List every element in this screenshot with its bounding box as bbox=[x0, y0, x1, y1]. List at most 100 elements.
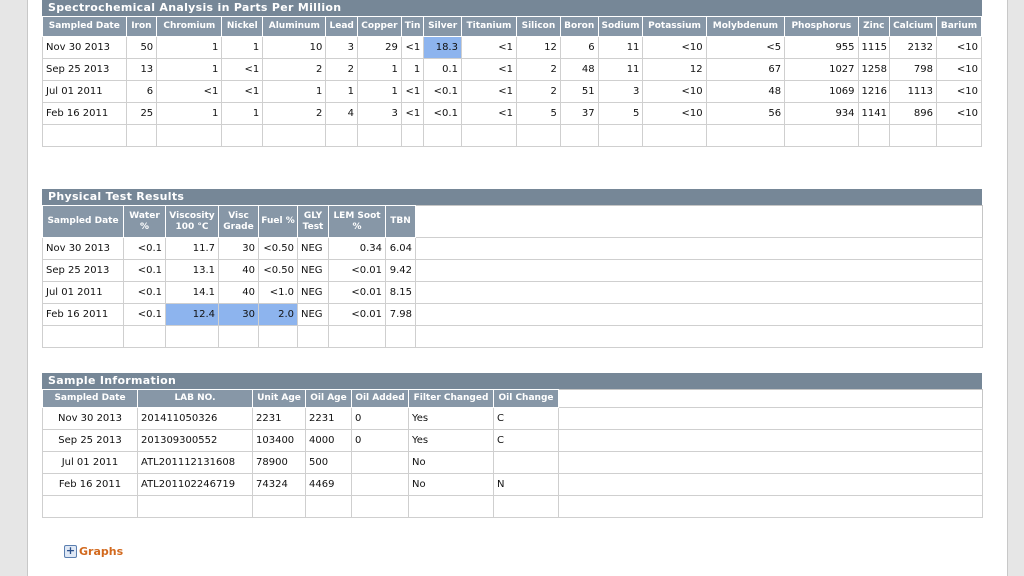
table-cell: 3 bbox=[325, 36, 358, 59]
spectro-table: Sampled Date Iron Chromium Nickel Alumin… bbox=[42, 16, 982, 147]
table-cell: 29 bbox=[357, 36, 402, 59]
plus-icon[interactable]: + bbox=[64, 545, 77, 558]
table-cell: 2231 bbox=[252, 407, 306, 430]
table-cell: 5 bbox=[597, 102, 644, 125]
empty-cell bbox=[258, 325, 298, 348]
col-oil-age: Oil Age bbox=[305, 389, 352, 408]
table-cell: 103400 bbox=[252, 429, 306, 452]
col-nickel: Nickel bbox=[221, 16, 264, 37]
table-cell: 798 bbox=[889, 58, 938, 81]
table-cell: 1258 bbox=[857, 58, 891, 81]
table-row: Feb 16 2011 ATL201102246719 74324 4469 No N bbox=[42, 473, 983, 496]
col-visc-grade: Visc Grade bbox=[218, 205, 259, 238]
table-cell: 13.1 bbox=[165, 259, 219, 282]
table-cell: 1 bbox=[357, 80, 402, 103]
col-barium: Barium bbox=[936, 16, 982, 37]
col-water: Water % bbox=[123, 205, 166, 238]
table-cell: <1 bbox=[400, 36, 425, 59]
table-cell: <10 bbox=[642, 80, 707, 103]
table-cell: 6 bbox=[125, 80, 158, 103]
physical-table: Sampled Date Water % Viscosity 100 °C Vi… bbox=[42, 205, 983, 348]
empty-cell bbox=[415, 325, 983, 348]
empty-cell bbox=[252, 495, 306, 518]
empty-cell bbox=[221, 124, 264, 147]
table-cell: 896 bbox=[889, 102, 938, 125]
table-cell: 37 bbox=[559, 102, 599, 125]
col-silver: Silver bbox=[423, 16, 462, 37]
table-cell: 74324 bbox=[252, 473, 306, 496]
table-cell: 40 bbox=[218, 281, 259, 304]
table-cell: 1 bbox=[357, 58, 402, 81]
table-cell: ATL201112131608 bbox=[137, 451, 253, 474]
col-sampled-date: Sampled Date bbox=[42, 16, 127, 37]
table-cell: <0.1 bbox=[123, 303, 166, 326]
col-tin: Tin bbox=[400, 16, 425, 37]
row-filler bbox=[415, 281, 983, 304]
graphs-label[interactable]: Graphs bbox=[79, 545, 123, 558]
empty-cell bbox=[328, 325, 386, 348]
col-unit-age: Unit Age bbox=[252, 389, 306, 408]
table-cell: 1141 bbox=[857, 102, 891, 125]
col-potassium: Potassium bbox=[642, 16, 707, 37]
table-row: Sep 25 2013 <0.1 13.1 40 <0.50 NEG <0.01 9.42 bbox=[42, 259, 983, 282]
table-cell: N bbox=[493, 473, 559, 496]
table-cell: 1 bbox=[400, 58, 425, 81]
table-cell: 11.7 bbox=[165, 237, 219, 260]
table-cell: <0.1 bbox=[423, 102, 462, 125]
table-cell bbox=[493, 451, 559, 474]
empty-cell bbox=[857, 124, 891, 147]
table-cell: 30 bbox=[218, 237, 259, 260]
table-cell: 40 bbox=[218, 259, 259, 282]
table-cell: 1 bbox=[156, 102, 223, 125]
table-cell: <1 bbox=[221, 58, 264, 81]
table-cell: 2 bbox=[262, 102, 327, 125]
empty-cell bbox=[42, 325, 124, 348]
table-cell: C bbox=[493, 407, 559, 430]
table-row: Nov 30 2013 50 1 1 10 3 29 <1 18.3 <1 12 6 11 <10 <5 95… bbox=[42, 36, 982, 59]
col-iron: Iron bbox=[125, 16, 158, 37]
table-cell: <0.01 bbox=[328, 259, 386, 282]
empty-cell bbox=[460, 124, 518, 147]
col-tbn: TBN bbox=[385, 205, 416, 238]
table-cell: 1113 bbox=[889, 80, 938, 103]
table-cell: 48 bbox=[559, 58, 599, 81]
table-cell: <0.1 bbox=[123, 281, 166, 304]
empty-cell bbox=[137, 495, 253, 518]
table-cell: <1 bbox=[460, 36, 518, 59]
table-cell: <10 bbox=[642, 102, 707, 125]
col-fuel: Fuel % bbox=[258, 205, 298, 238]
table-cell: Yes bbox=[408, 429, 494, 452]
table-cell: Nov 30 2013 bbox=[42, 36, 127, 59]
table-cell: Nov 30 2013 bbox=[42, 407, 138, 430]
table-cell: 8.15 bbox=[385, 281, 416, 304]
empty-cell bbox=[357, 124, 402, 147]
empty-cell bbox=[385, 325, 416, 348]
col-boron: Boron bbox=[559, 16, 599, 37]
table-cell: 3 bbox=[357, 102, 402, 125]
table-cell: Feb 16 2011 bbox=[42, 303, 124, 326]
table-cell: C bbox=[493, 429, 559, 452]
col-filter-changed: Filter Changed bbox=[408, 389, 494, 408]
table-cell: 11 bbox=[597, 36, 644, 59]
table-cell bbox=[351, 473, 409, 496]
empty-cell bbox=[784, 124, 859, 147]
table-cell: NEG bbox=[297, 303, 329, 326]
col-sampled-date: Sampled Date bbox=[42, 389, 138, 408]
table-cell: 9.42 bbox=[385, 259, 416, 282]
row-filler bbox=[558, 407, 983, 430]
table-cell: No bbox=[408, 473, 494, 496]
table-cell: 48 bbox=[705, 80, 786, 103]
col-viscosity: Viscosity 100 °C bbox=[165, 205, 219, 238]
col-lead: Lead bbox=[325, 16, 358, 37]
table-cell: NEG bbox=[297, 259, 329, 282]
table-cell bbox=[351, 451, 409, 474]
table-cell: 1115 bbox=[857, 36, 891, 59]
table-cell: 12 bbox=[516, 36, 561, 59]
table-cell: 0 bbox=[351, 407, 409, 430]
empty-cell bbox=[156, 124, 223, 147]
table-cell: 5 bbox=[516, 102, 561, 125]
empty-cell bbox=[423, 124, 462, 147]
graphs-link[interactable]: + Graphs bbox=[64, 545, 123, 558]
empty-cell bbox=[262, 124, 327, 147]
physical-title: Physical Test Results bbox=[42, 189, 982, 205]
